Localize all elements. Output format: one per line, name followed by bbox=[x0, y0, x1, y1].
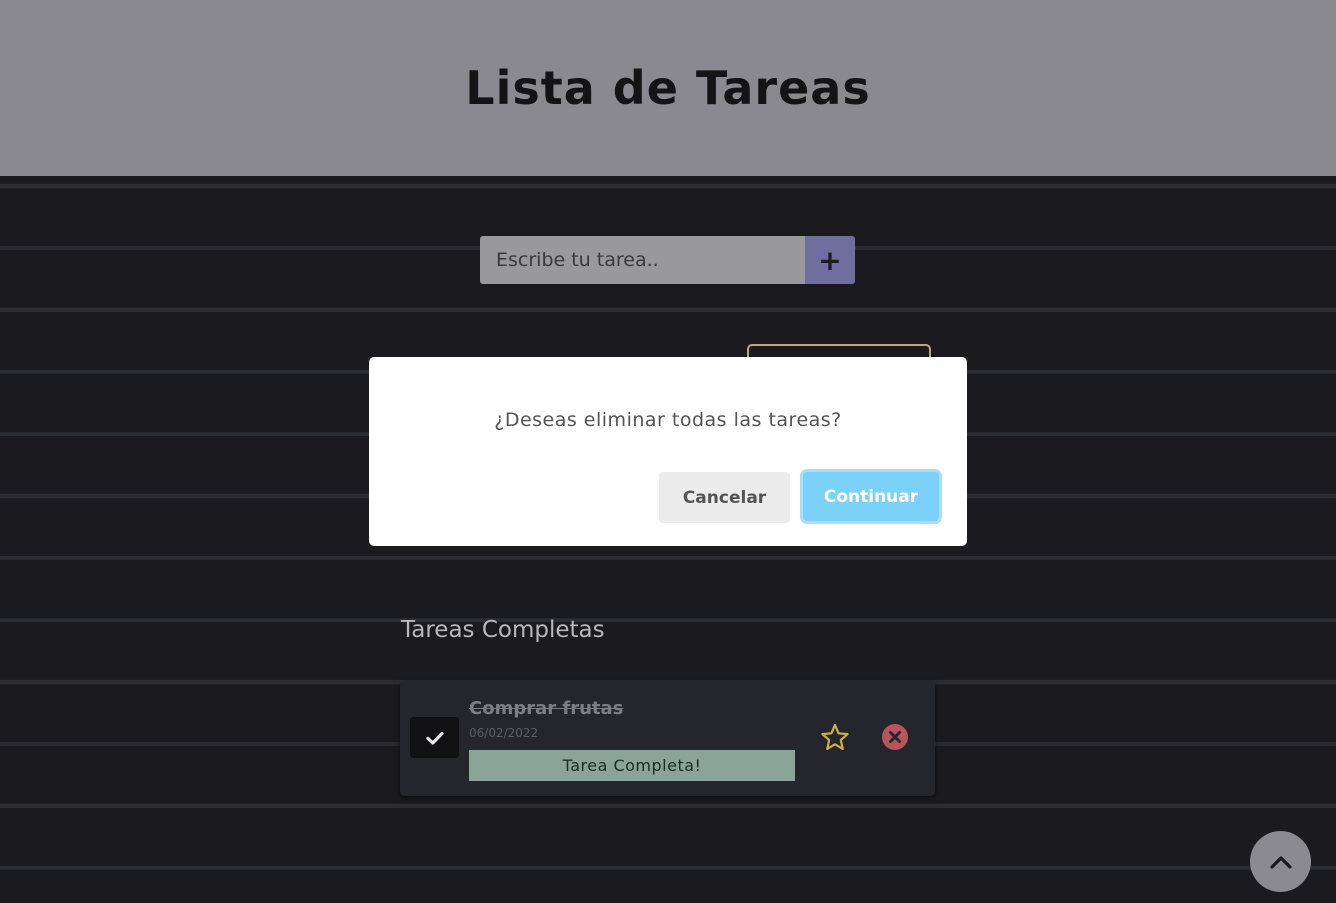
continue-button[interactable]: Continuar bbox=[803, 472, 939, 521]
cancel-button[interactable]: Cancelar bbox=[659, 472, 790, 523]
confirm-delete-dialog: ¿Deseas eliminar todas las tareas? Cance… bbox=[369, 357, 967, 546]
modal-overlay: ¿Deseas eliminar todas las tareas? Cance… bbox=[0, 0, 1336, 903]
dialog-message: ¿Deseas eliminar todas las tareas? bbox=[494, 409, 842, 431]
